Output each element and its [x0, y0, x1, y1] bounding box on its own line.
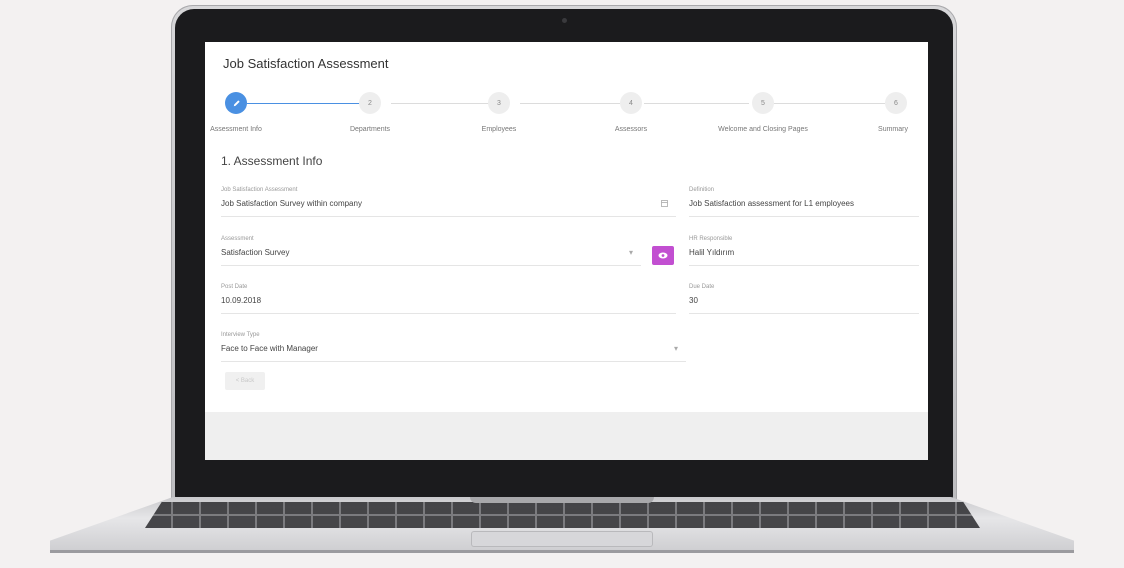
field-value-text: Satisfaction Survey [221, 248, 290, 257]
field-value[interactable]: Halil Yıldırım [689, 248, 919, 266]
laptop-hinge [470, 497, 654, 503]
assessment-select[interactable]: Assessment Satisfaction Survey ▾ [221, 236, 641, 266]
field-label: Definition [689, 187, 715, 193]
assessment-form-card: Job Satisfaction Assessment 2 3 4 5 6 As… [205, 42, 928, 412]
field-label: HR Responsible [689, 236, 733, 242]
step-1-circle[interactable] [225, 92, 247, 114]
screen: Job Satisfaction Assessment 2 3 4 5 6 As… [205, 42, 928, 460]
step-connector [247, 103, 367, 104]
field-value[interactable]: Satisfaction Survey ▾ [221, 248, 641, 266]
step-label: Departments [349, 126, 391, 133]
caret-down-icon: ▾ [673, 344, 678, 353]
eye-icon [658, 252, 668, 259]
back-button[interactable]: < Back [225, 372, 265, 390]
job-satisfaction-assessment-field[interactable]: Job Satisfaction Assessment Job Satisfac… [221, 187, 676, 217]
step-6-circle[interactable]: 6 [885, 92, 907, 114]
calendar-icon[interactable] [661, 199, 668, 209]
field-value[interactable]: Job Satisfaction assessment for L1 emplo… [689, 199, 919, 217]
caret-down-icon: ▾ [628, 248, 633, 257]
step-connector [391, 103, 496, 104]
pencil-icon [233, 99, 240, 106]
due-date-field[interactable]: Due Date 30 [689, 284, 919, 314]
step-connector [644, 103, 749, 104]
field-label: Post Date [221, 284, 248, 290]
field-label: Job Satisfaction Assessment [221, 187, 298, 193]
step-label: Employees [481, 126, 517, 133]
field-value[interactable]: 30 [689, 296, 919, 314]
field-value[interactable]: 10.09.2018 [221, 296, 676, 314]
keyboard [145, 502, 980, 528]
step-label: Assessment Info [210, 126, 262, 133]
section-title: 1. Assessment Info [221, 154, 323, 168]
interview-type-select[interactable]: Interview Type Face to Face with Manager… [221, 332, 686, 362]
step-5-circle[interactable]: 5 [752, 92, 774, 114]
field-label: Assessment [221, 236, 254, 242]
hr-responsible-field[interactable]: HR Responsible Halil Yıldırım [689, 236, 919, 266]
preview-button[interactable] [652, 246, 674, 265]
webcam [562, 18, 567, 23]
step-label: Assessors [614, 126, 648, 133]
trackpad [472, 532, 652, 546]
field-value-text: Face to Face with Manager [221, 344, 318, 353]
field-value-text: Job Satisfaction Survey within company [221, 199, 362, 208]
step-connector [773, 103, 885, 104]
step-connector [520, 103, 620, 104]
definition-field[interactable]: Definition Job Satisfaction assessment f… [689, 187, 919, 217]
field-value[interactable]: Face to Face with Manager ▾ [221, 344, 686, 362]
step-label: Welcome and Closing Pages [718, 126, 808, 133]
wizard-stepper: 2 3 4 5 6 Assessment Info Departments Em… [205, 90, 928, 138]
page-title: Job Satisfaction Assessment [223, 56, 389, 71]
step-4-circle[interactable]: 4 [620, 92, 642, 114]
step-label: Summary [878, 126, 908, 133]
post-date-field[interactable]: Post Date 10.09.2018 [221, 284, 676, 314]
step-3-circle[interactable]: 3 [488, 92, 510, 114]
step-2-circle[interactable]: 2 [359, 92, 381, 114]
field-label: Interview Type [221, 332, 260, 338]
field-value[interactable]: Job Satisfaction Survey within company [221, 199, 676, 217]
field-label: Due Date [689, 284, 715, 290]
